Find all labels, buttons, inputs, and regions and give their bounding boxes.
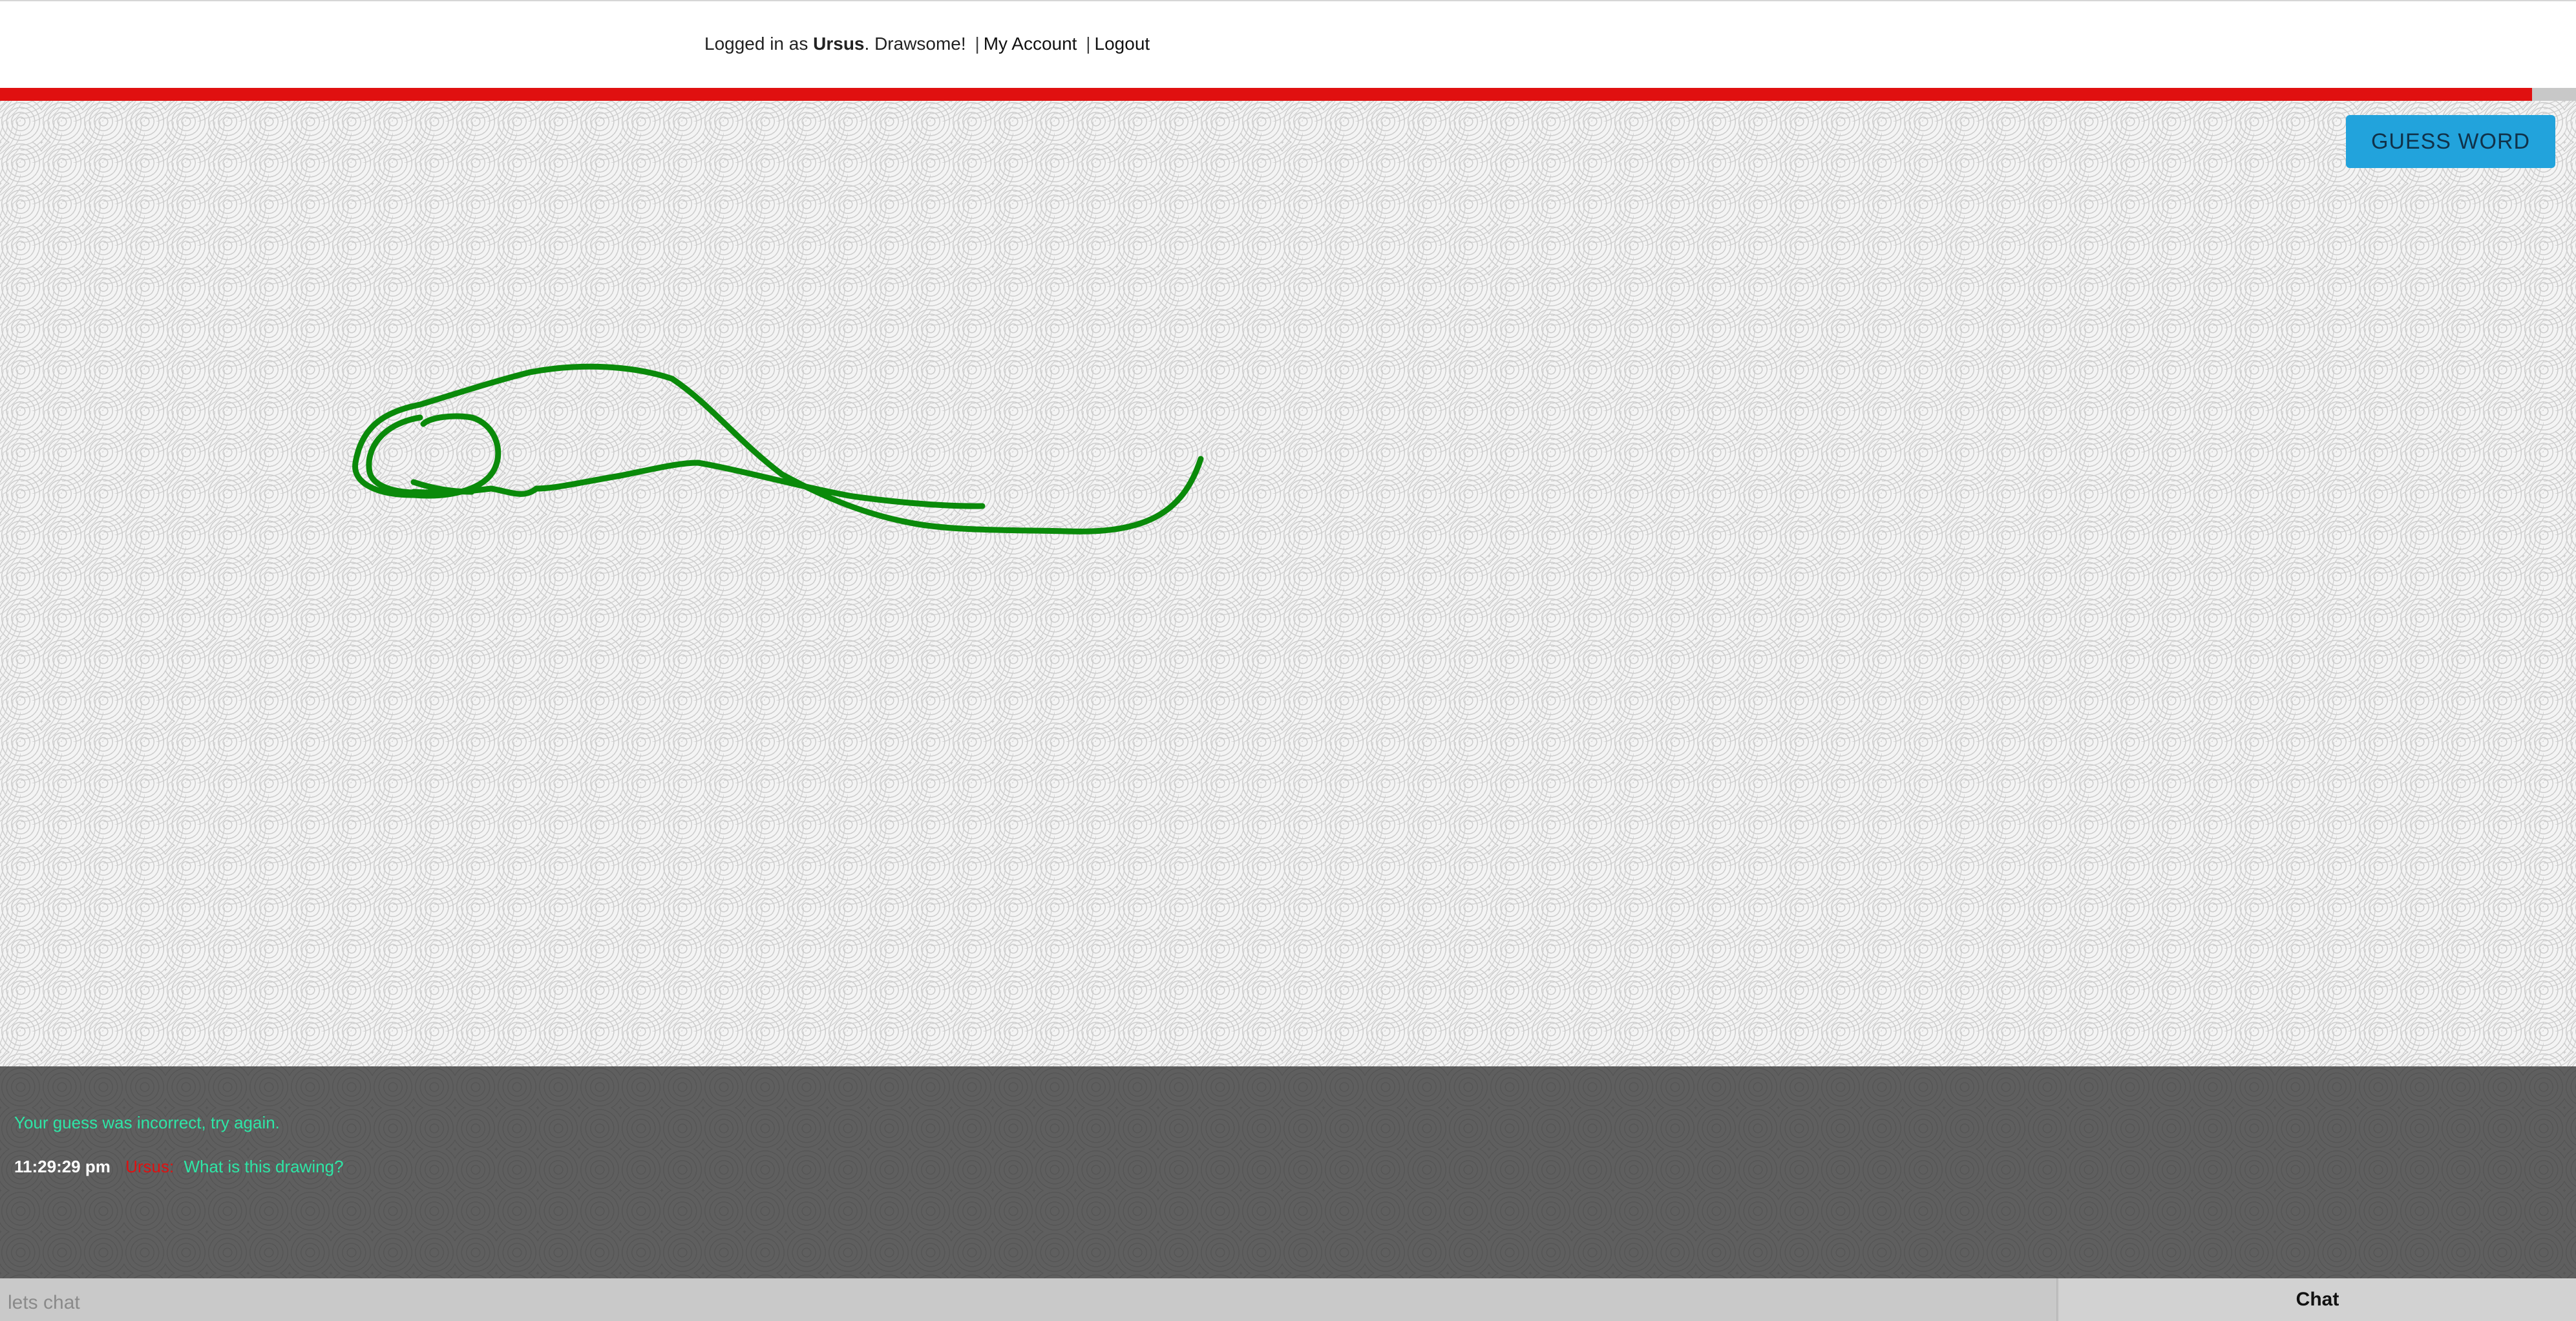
chat-timestamp: 11:29:29 pm bbox=[14, 1157, 111, 1176]
my-account-link[interactable]: My Account bbox=[984, 34, 1077, 54]
drawing-layer bbox=[352, 363, 1204, 534]
timer-bar bbox=[0, 88, 2576, 101]
chat-input[interactable] bbox=[0, 1278, 2058, 1321]
system-message: Your guess was incorrect, try again. bbox=[14, 1113, 280, 1132]
header: Logged in as Ursus. Drawsome! | My Accoun… bbox=[0, 0, 2576, 88]
separator: | bbox=[1086, 34, 1091, 54]
chat-message: 11:29:29 pm Ursus: What is this drawing? bbox=[14, 1157, 344, 1177]
chat-bar: Chat bbox=[0, 1278, 2576, 1321]
chat-log: Your guess was incorrect, try again. 11:… bbox=[0, 1066, 2576, 1278]
login-status: Logged in as Ursus. Drawsome! | My Accoun… bbox=[704, 34, 1150, 54]
separator: | bbox=[975, 34, 980, 54]
login-prefix: Logged in as bbox=[704, 34, 808, 54]
logout-link[interactable]: Logout bbox=[1095, 34, 1150, 54]
drawing-stroke bbox=[352, 363, 1204, 534]
chat-username: Ursus: bbox=[125, 1157, 174, 1176]
drawing-canvas[interactable]: GUESS WORD bbox=[0, 101, 2576, 1066]
site-tagline: . Drawsome! bbox=[864, 34, 966, 54]
chat-text: What is this drawing? bbox=[184, 1157, 344, 1176]
chat-send-button[interactable]: Chat bbox=[2059, 1278, 2576, 1321]
timer-bar-fill bbox=[0, 88, 2533, 101]
guess-word-button[interactable]: GUESS WORD bbox=[2346, 115, 2555, 168]
game-page: Logged in as Ursus. Drawsome! | My Accoun… bbox=[0, 0, 2576, 1321]
username: Ursus bbox=[813, 34, 865, 54]
